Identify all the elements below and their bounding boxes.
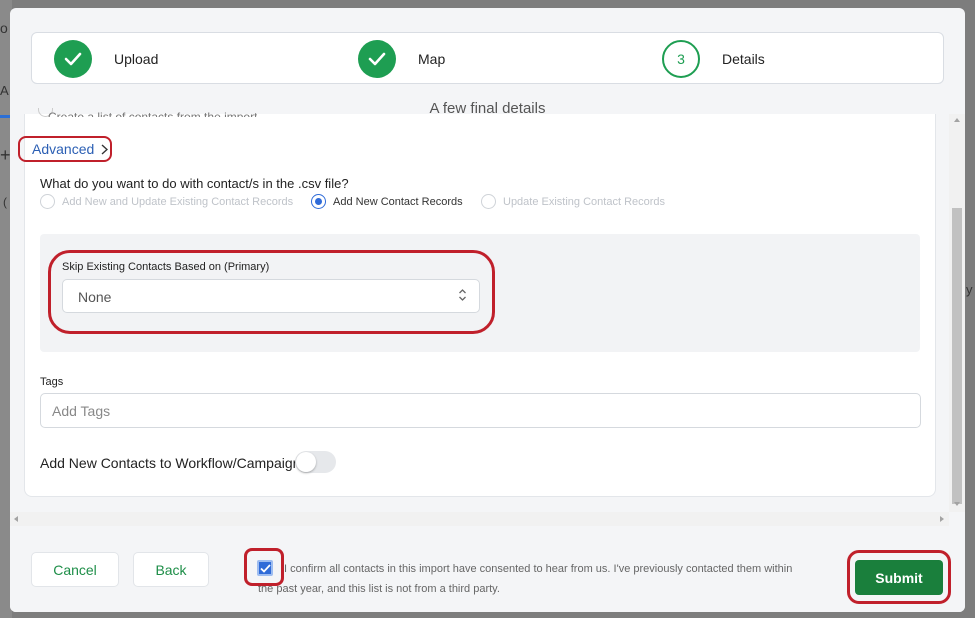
import-modal: Upload Map 3 Details A few final details… xyxy=(10,8,965,612)
background-text-fragment: + xyxy=(0,145,11,165)
radio-label: Add New and Update Existing Contact Reco… xyxy=(62,195,294,208)
check-icon xyxy=(358,40,396,78)
horizontal-scrollbar[interactable] xyxy=(10,512,949,526)
import-action-question: What do you want to do with contact/s in… xyxy=(40,176,349,191)
radio-update-existing[interactable]: Update Existing Contact Records xyxy=(481,194,665,209)
scroll-up-icon[interactable] xyxy=(954,118,960,122)
step-details: 3 Details xyxy=(662,40,765,78)
scroll-left-icon[interactable] xyxy=(14,516,18,522)
check-icon xyxy=(54,40,92,78)
tags-label: Tags xyxy=(40,376,64,388)
highlight-annotation xyxy=(48,250,495,334)
radio-button[interactable] xyxy=(40,194,55,209)
modal-footer: Cancel Back I confirm all contacts in th… xyxy=(10,526,965,612)
background-text-fragment: ( xyxy=(3,195,7,209)
radio-button[interactable] xyxy=(481,194,496,209)
scroll-right-icon[interactable] xyxy=(940,516,944,522)
workflow-toggle[interactable] xyxy=(295,451,336,473)
vertical-scrollbar[interactable] xyxy=(949,114,965,512)
background-tab-indicator xyxy=(0,115,10,118)
radio-button[interactable] xyxy=(311,194,326,209)
radio-label: Update Existing Contact Records xyxy=(503,195,666,208)
step-number: 3 xyxy=(662,40,700,78)
background-text-fragment: y xyxy=(966,282,973,297)
tags-input[interactable]: Add Tags xyxy=(40,393,921,428)
radio-label: Add New Contact Records xyxy=(333,195,463,208)
cancel-button[interactable]: Cancel xyxy=(31,552,119,587)
create-list-label: Create a list of contacts from the impor… xyxy=(48,110,258,117)
step-upload: Upload xyxy=(54,40,158,78)
scrollbar-thumb[interactable] xyxy=(952,208,962,504)
background-text-fragment: A xyxy=(0,83,9,98)
workflow-label: Add New Contacts to Workflow/Campaign xyxy=(40,455,301,471)
step-label: Map xyxy=(418,51,446,67)
radio-add-and-update[interactable]: Add New and Update Existing Contact Reco… xyxy=(40,194,293,209)
step-map: Map xyxy=(358,40,445,78)
highlight-annotation xyxy=(847,550,951,604)
highlight-annotation xyxy=(18,136,112,162)
background-text-fragment: o xyxy=(0,20,8,36)
consent-text: I confirm all contacts in this import ha… xyxy=(258,563,793,595)
step-label: Upload xyxy=(114,51,159,67)
highlight-annotation xyxy=(244,548,284,586)
stepper: Upload Map 3 Details xyxy=(31,32,944,84)
back-button[interactable]: Back xyxy=(133,552,209,587)
step-label: Details xyxy=(722,51,765,67)
radio-add-new[interactable]: Add New Contact Records xyxy=(311,194,463,209)
scroll-down-icon[interactable] xyxy=(954,502,960,506)
